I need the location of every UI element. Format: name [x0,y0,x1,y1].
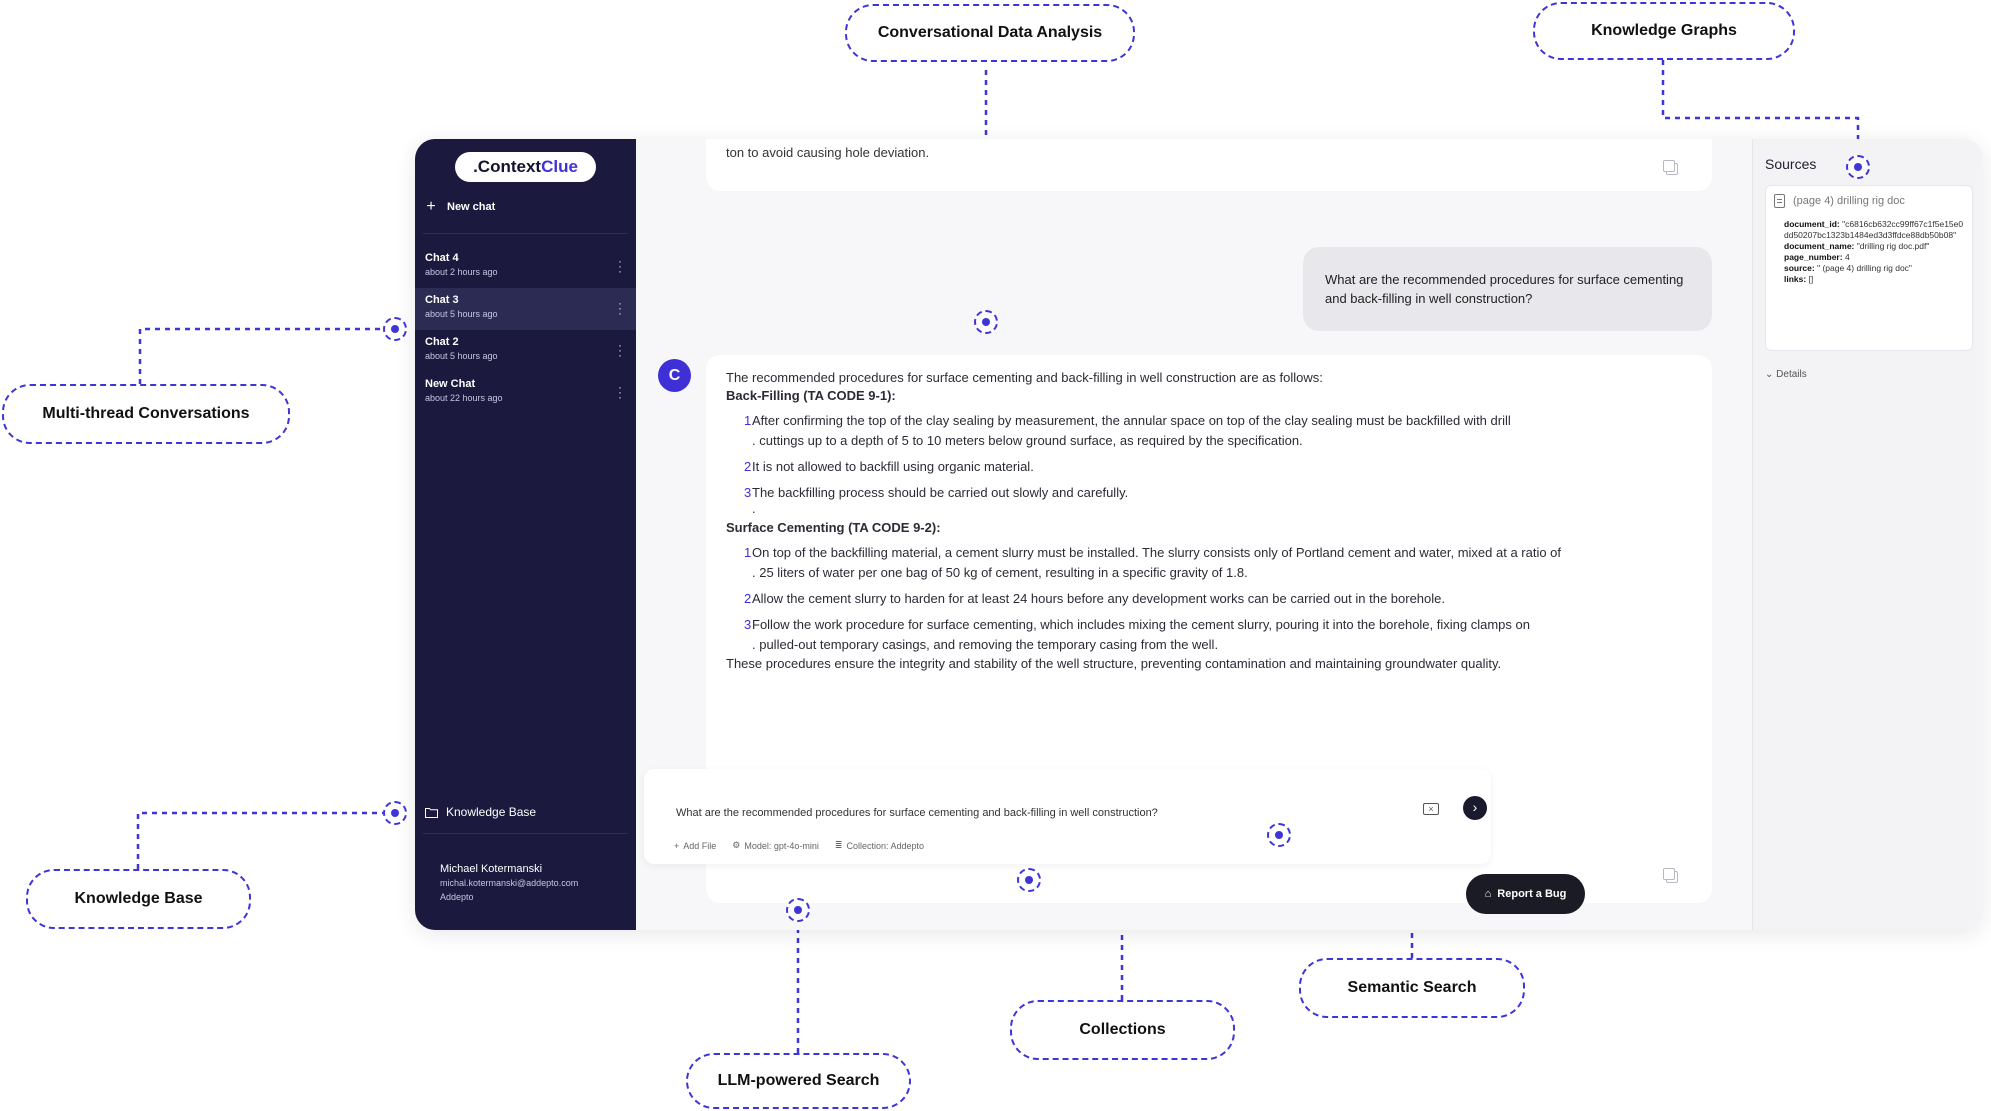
send-button[interactable]: › [1463,796,1487,820]
callout-knowledge-graphs: Knowledge Graphs [1533,2,1795,60]
previous-answer: ton to avoid causing hole deviation. [706,139,1712,191]
section-heading: Back-Filling (TA CODE 9-1): [726,388,896,403]
user-message-text: What are the recommended procedures for … [1325,272,1684,306]
more-vertical-icon[interactable]: · · · [618,339,622,361]
source-title: (page 4) drilling rig doc [1793,195,1905,207]
details-toggle[interactable]: ⌄ Details [1765,369,1807,380]
pin-marker [1267,823,1291,847]
database-icon: ≣ [834,840,843,850]
callout-collections: Collections [1010,1000,1235,1060]
sources-panel: Sources (page 4) drilling rig doc docume… [1752,139,1983,930]
copy-icon[interactable] [1663,160,1678,175]
new-chat-label: New chat [447,201,496,213]
pin-marker [786,898,810,922]
folder-icon [425,807,438,818]
source-metadata: document_id: "c6816cb632cc99ff67c1f5e15e… [1784,219,1964,284]
gear-icon: ⚙ [732,840,741,850]
previous-answer-text: ton to avoid causing hole deviation. [726,145,930,160]
collection-selector[interactable]: ≣ Collection: Addepto [835,840,924,851]
chat-panel: ton to avoid causing hole deviation. Wha… [636,139,1952,930]
chat-list: Chat 4 about 2 hours ago · · · Chat 3 abou… [415,246,636,414]
add-file-button[interactable]: + Add File [674,840,716,851]
list-item: 3 Follow the work procedure for surface … [744,617,1530,652]
section-heading: Surface Cementing (TA CODE 9-2): [726,520,941,535]
pin-marker [1017,868,1041,892]
knowledge-base-label: Knowledge Base [446,805,537,819]
more-vertical-icon[interactable]: · · · [618,255,622,277]
user-profile[interactable]: Michael Kotermanski michal.kotermanski@a… [440,862,578,904]
connector-knowledge-base [136,811,383,869]
connector-multithread [138,327,383,384]
list-item: 1 On top of the backfilling material, a … [744,545,1562,580]
chat-time: about 22 hours ago [425,393,503,403]
chat-item[interactable]: New Chat about 22 hours ago · · · [415,372,636,414]
document-icon [1774,194,1785,208]
user-org: Addepto [440,892,474,902]
chat-item[interactable]: Chat 4 about 2 hours ago · · · [415,246,636,288]
report-bug-button[interactable]: ⌂ Report a Bug [1466,874,1585,914]
pin-marker [383,801,407,825]
callout-llm-powered-search: LLM-powered Search [686,1053,911,1109]
list-item: 1 After confirming the top of the clay s… [744,413,1511,448]
new-chat-button[interactable]: + New chat [425,195,495,219]
chat-item[interactable]: Chat 3 about 5 hours ago · · · [415,288,636,330]
pin-marker [1846,155,1870,179]
chevron-down-icon: ⌄ [1765,369,1777,380]
clear-icon[interactable]: × [1423,803,1439,815]
copy-icon[interactable] [1663,868,1678,883]
callout-conversational-data-analysis: Conversational Data Analysis [845,4,1135,62]
megaphone-icon: ⌂ [1484,888,1492,900]
chat-title: Chat 4 [425,252,459,264]
feature-overview: .ContextClue + New chat Chat 4 about 2 h… [0,0,1991,1111]
more-vertical-icon[interactable]: · · · [618,297,622,319]
knowledge-base-link[interactable]: Knowledge Base [425,805,536,819]
user-name: Michael Kotermanski [440,863,543,875]
source-card[interactable]: (page 4) drilling rig doc document_id: "… [1765,185,1973,351]
chat-title: New Chat [425,378,476,390]
input-options: + Add File ⚙ Model: gpt-4o-mini ≣ Collectio… [674,840,924,851]
sidebar-divider [423,233,628,234]
user-message: What are the recommended procedures for … [1303,247,1712,331]
sidebar-divider [423,833,628,834]
callout-semantic-search: Semantic Search [1299,958,1525,1018]
pin-marker [383,317,407,341]
plus-icon: + [426,198,436,215]
answer-intro: The recommended procedures for surface c… [726,370,1323,385]
chat-title: Chat 3 [425,294,459,306]
plus-icon: + [674,840,680,851]
chat-time: about 5 hours ago [425,309,498,319]
app-logo[interactable]: .ContextClue [455,152,596,182]
answer-outro: These procedures ensure the integrity an… [726,656,1502,671]
sidebar: .ContextClue + New chat Chat 4 about 2 h… [415,139,636,930]
pin-marker [974,310,998,334]
chat-title: Chat 2 [425,336,459,348]
more-vertical-icon[interactable]: · · · [618,381,622,403]
sources-title: Sources [1765,156,1817,172]
list-item: 2 It is not allowed to backfill using or… [744,459,1034,474]
chat-time: about 5 hours ago [425,351,498,361]
chat-item[interactable]: Chat 2 about 5 hours ago · · · [415,330,636,372]
list-item: 3 The backfilling process should be carr… [744,485,1129,516]
user-email: michal.kotermanski@addepto.com [440,878,579,888]
chat-input-box[interactable]: What are the recommended procedures for … [644,769,1491,864]
assistant-avatar: C [658,359,691,392]
callout-multi-thread-conversations: Multi-thread Conversations [2,384,290,444]
chat-time: about 2 hours ago [425,267,498,277]
app-window: .ContextClue + New chat Chat 4 about 2 h… [415,139,1983,930]
callout-knowledge-base: Knowledge Base [26,869,251,929]
chat-input[interactable]: What are the recommended procedures for … [676,807,1158,819]
list-item: 2 Allow the cement slurry to harden for … [744,591,1445,606]
model-selector[interactable]: ⚙ Model: gpt-4o-mini [732,840,819,851]
